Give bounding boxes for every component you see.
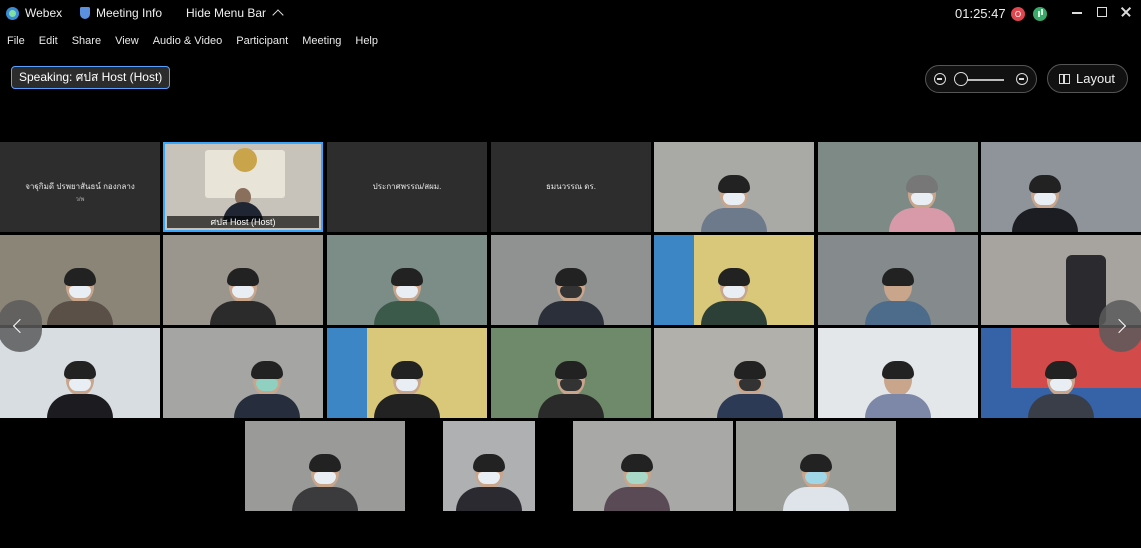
video-zoom-control (925, 65, 1037, 93)
participant-video-feed (372, 268, 442, 325)
hide-menu-label: Hide Menu Bar (186, 6, 267, 20)
participant-video-feed (45, 268, 115, 325)
menu-view[interactable]: View (115, 32, 139, 50)
participant-video-feed (602, 454, 672, 511)
layout-grid-icon (1059, 73, 1070, 84)
participant-video-feed (372, 361, 442, 418)
participant-video-feed (863, 268, 933, 325)
participant-video-tile[interactable] (245, 421, 405, 511)
shield-icon (80, 7, 90, 19)
participant-video-feed (1010, 175, 1080, 232)
participant-video-feed (887, 175, 957, 232)
participant-name: จาฐุกิมดี ปรพยาสันธน์ กองกลาง (25, 182, 135, 191)
title-bar: Webex Meeting Info Hide Menu Bar 01:25:4… (0, 0, 1141, 30)
participant-video-tile[interactable] (736, 421, 896, 511)
participant-name: ประกาศพรรณ/สผม. (372, 182, 442, 191)
app-title: Webex (6, 6, 62, 20)
zoom-out-icon[interactable] (934, 73, 946, 85)
participant-video-feed (232, 361, 302, 418)
participant-video-feed (290, 454, 360, 511)
network-status-icon[interactable] (1033, 7, 1047, 21)
chevron-up-icon (272, 9, 284, 21)
participant-tile[interactable]: ธมนวรรณ ดร. (491, 142, 651, 232)
participant-video-feed (208, 268, 278, 325)
meeting-clock: 01:25:47 (955, 6, 1006, 21)
layout-button[interactable]: Layout (1047, 64, 1128, 93)
menu-file[interactable]: File (7, 32, 25, 50)
webex-logo-icon (6, 6, 19, 20)
virtual-background (654, 235, 694, 325)
menu-audio-video[interactable]: Audio & Video (153, 32, 223, 50)
close-icon[interactable] (1116, 3, 1136, 21)
participant-video-tile[interactable] (654, 142, 814, 232)
recording-badge-icon[interactable]: O (1011, 7, 1025, 21)
app-name: Webex (25, 6, 63, 20)
participant-video-feed (699, 268, 769, 325)
participant-video-feed (45, 361, 115, 418)
participant-video-feed (536, 268, 606, 325)
menu-edit[interactable]: Edit (39, 32, 58, 50)
participant-video-tile[interactable] (491, 235, 651, 325)
menu-participant[interactable]: Participant (236, 32, 288, 50)
participant-video-tile[interactable] (818, 142, 978, 232)
participant-video-tile[interactable] (163, 328, 323, 418)
participant-video-feed (1026, 361, 1096, 418)
participant-video-tile[interactable] (981, 142, 1141, 232)
participant-video-feed (715, 361, 785, 418)
next-page-button[interactable] (1099, 300, 1141, 352)
menu-bar: File Edit Share View Audio & Video Parti… (0, 32, 385, 50)
participant-video-feed (863, 361, 933, 418)
participant-tile[interactable]: ประกาศพรรณ/สผม. (327, 142, 487, 232)
participant-video-tile[interactable] (163, 235, 323, 325)
minimize-icon[interactable] (1067, 3, 1087, 21)
meeting-info-label: Meeting Info (96, 6, 163, 20)
layout-label: Layout (1076, 71, 1116, 86)
speaking-indicator: Speaking: ศปส Host (Host) (11, 66, 171, 89)
participant-video-feed (223, 188, 263, 222)
participant-video-feed (454, 454, 524, 511)
participant-video-tile[interactable] (654, 235, 814, 325)
menu-help[interactable]: Help (355, 32, 378, 50)
emblem-icon (233, 148, 257, 172)
previous-page-button[interactable] (0, 300, 42, 352)
participant-name: ธมนวรรณ ดร. (545, 182, 597, 191)
participant-video-tile[interactable] (327, 235, 487, 325)
virtual-background (327, 328, 367, 418)
participant-video-feed (536, 361, 606, 418)
hide-menu-bar-button[interactable]: Hide Menu Bar (186, 6, 284, 21)
host-name-label: ศปส Host (Host) (167, 216, 319, 228)
participant-video-tile[interactable] (409, 421, 569, 511)
menu-meeting[interactable]: Meeting (302, 32, 341, 50)
participant-subtitle: ว/พ (75, 197, 85, 203)
restore-icon[interactable] (1091, 3, 1111, 21)
participant-video-tile[interactable] (327, 328, 487, 418)
participant-video-feed (781, 454, 851, 511)
zoom-in-icon[interactable] (1016, 73, 1028, 85)
participant-tile[interactable]: จาฐุกิมดี ปรพยาสันธน์ กองกลาง ว/พ (0, 142, 160, 232)
menu-share[interactable]: Share (72, 32, 101, 50)
participant-video-tile[interactable] (491, 328, 651, 418)
participant-video-tile[interactable] (654, 328, 814, 418)
participant-video-feed (699, 175, 769, 232)
zoom-slider-handle[interactable] (954, 72, 968, 86)
host-video-tile[interactable]: ศปส Host (Host) (163, 142, 323, 232)
participant-video-tile[interactable] (573, 421, 733, 511)
participant-video-tile[interactable] (818, 235, 978, 325)
participant-video-tile[interactable] (818, 328, 978, 418)
meeting-info-button[interactable]: Meeting Info (80, 6, 162, 20)
